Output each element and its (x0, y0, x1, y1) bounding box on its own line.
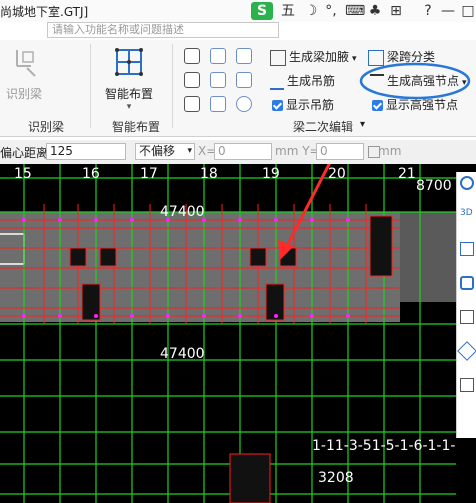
chevron-down-icon: ▾ (187, 146, 192, 156)
cad-drawing: 15 16 17 18 19 20 21 8700 47400 47400 1-… (0, 164, 460, 503)
dimension-label: 47400 (160, 346, 205, 362)
group-label-beam-edit: 梁二次编辑 (293, 120, 354, 134)
bottom-label: 3208 (318, 470, 354, 486)
gen-hanger-button[interactable]: 生成吊筋 (270, 72, 335, 90)
span-label: 1-11-3-51-5-1-6-1-1- (312, 438, 455, 454)
orbit-icon[interactable] (460, 176, 474, 190)
beam-cut-icon[interactable] (184, 72, 200, 88)
moon-icon[interactable]: ☽ (303, 2, 319, 20)
minimize-icon[interactable]: — (440, 2, 456, 20)
beam-copy-icon[interactable] (236, 48, 252, 64)
axis-label: 21 (398, 166, 416, 182)
drawing-canvas[interactable]: 15 16 17 18 19 20 21 8700 47400 47400 1-… (0, 164, 476, 503)
offset-mode-value: 不偏移 (139, 144, 176, 158)
list-icon[interactable] (460, 378, 474, 392)
ribbon: 识别梁 智能布置 ▾ 生成梁加腋 ▾ 梁跨分类 生成吊筋 生成高强节点 ▾ 显示… (0, 40, 476, 137)
group-label-smart-layout: 智能布置 (112, 120, 161, 134)
ime-logo-icon[interactable]: S (251, 2, 273, 20)
grid-icon[interactable]: ⊞ (388, 2, 404, 20)
group-separator (90, 44, 91, 128)
offset-mode-select[interactable]: 不偏移 ▾ (135, 143, 195, 160)
haunch-icon (270, 49, 286, 66)
smart-layout-label: 智能布置 (104, 87, 153, 101)
chevron-down-icon: ▾ (126, 102, 132, 112)
beam-offset-icon[interactable] (184, 96, 200, 112)
display-settings-icon[interactable] (460, 310, 474, 324)
axis-label: 8700 (416, 178, 452, 194)
smart-layout-button[interactable]: 智能布置 ▾ (96, 44, 162, 112)
unit-label: mm (378, 144, 402, 158)
edit-beam-icon[interactable] (184, 48, 200, 64)
axis-label: 16 (82, 166, 100, 182)
chevron-down-icon[interactable]: ▾ (360, 119, 365, 130)
offset-label: 偏心距离: (0, 146, 53, 160)
comma-icon[interactable]: °, (323, 2, 339, 20)
y-input[interactable]: 0 (316, 143, 364, 160)
axis-label: 19 (262, 166, 280, 182)
help-icon[interactable]: ? (420, 2, 436, 20)
3d-view-icon[interactable]: 3D (460, 208, 473, 218)
slab-region (400, 212, 460, 302)
ime-mode-icon[interactable]: 五 (279, 2, 297, 20)
window-title: 尚城地下室.GTJ] (0, 5, 89, 19)
layer-icon[interactable] (460, 276, 474, 290)
keyboard-icon[interactable]: ⌨ (345, 2, 365, 20)
group-label-identify-beam: 识别梁 (28, 120, 65, 134)
x-input[interactable]: 0 (214, 143, 272, 160)
beam-rotate-icon[interactable] (236, 96, 252, 112)
beam-table-icon[interactable] (210, 48, 226, 64)
identify-beam-label: 识别梁 (5, 87, 42, 101)
view-toolbar: 3D (456, 172, 476, 438)
title-bar: 尚城地下室.GTJ] S 五 ☽ °, ⌨ ♣ ⊞ ? — □ (0, 0, 476, 22)
axis-label: 20 (328, 166, 346, 182)
checkbox-checked-icon (272, 100, 283, 111)
identify-beam-icon (16, 50, 36, 77)
hanger-icon (270, 74, 284, 90)
zoom-window-icon[interactable] (460, 242, 474, 256)
axis-label: 17 (140, 166, 158, 182)
gen-haunch-label: 生成梁加腋 (289, 50, 350, 64)
beam-arc-icon[interactable] (210, 96, 226, 112)
smart-layout-icon (115, 48, 143, 76)
gen-haunch-button[interactable]: 生成梁加腋 ▾ (270, 48, 357, 66)
show-hanger-label: 显示吊筋 (286, 98, 335, 112)
y-label: mm Y= (275, 144, 320, 158)
function-search-input[interactable]: 请输入功能名称或问题描述 (47, 22, 279, 38)
beam-apply-icon[interactable] (236, 72, 252, 88)
shirt-icon[interactable]: ♣ (367, 2, 383, 20)
property-bar: 偏心距离: 125 不偏移 ▾ X= 0 mm Y= 0 mm (0, 140, 476, 165)
dimension-label: 47400 (160, 204, 205, 220)
offset-input[interactable]: 125 (46, 143, 126, 160)
identify-beam-button[interactable]: 识别梁 (0, 46, 48, 102)
gen-hanger-label: 生成吊筋 (287, 74, 336, 88)
chevron-down-icon: ▾ (352, 54, 357, 64)
axis-label: 18 (200, 166, 218, 182)
axis-label: 15 (14, 166, 32, 182)
show-hanger-checkbox[interactable]: 显示吊筋 (272, 96, 334, 114)
cube-view-icon[interactable] (457, 341, 476, 361)
restore-icon[interactable]: □ (460, 2, 476, 20)
beam-span-icon[interactable] (210, 72, 226, 88)
group-separator (172, 44, 173, 128)
annotation-ellipse (359, 62, 471, 100)
